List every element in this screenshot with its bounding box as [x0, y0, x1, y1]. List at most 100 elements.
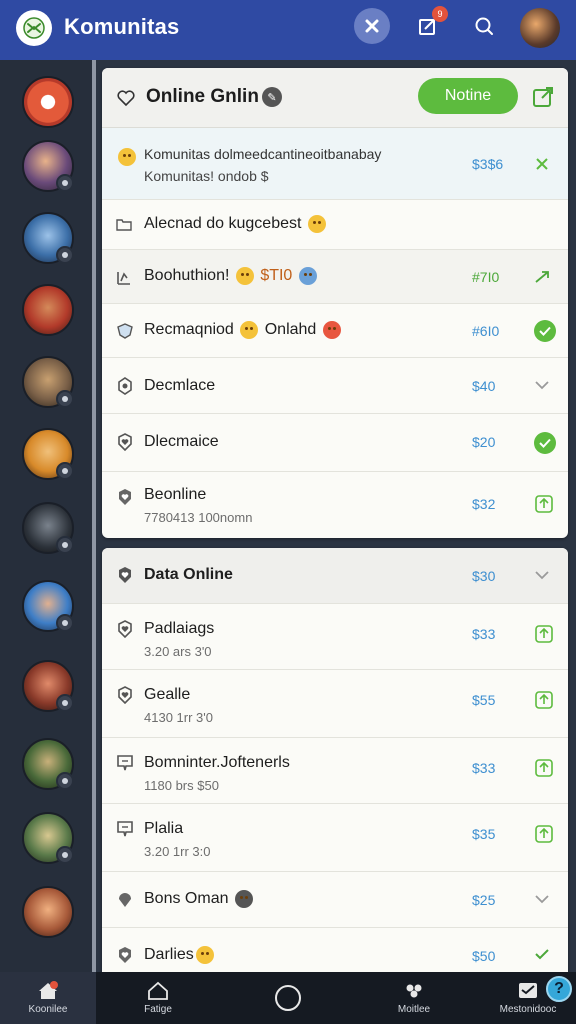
upload-icon[interactable]	[534, 494, 554, 514]
rail-avatar[interactable]	[22, 660, 74, 712]
item-label: Plalia	[144, 820, 184, 837]
home-icon	[39, 981, 58, 999]
notification-badge: 9	[432, 6, 448, 22]
section-price: $30	[472, 568, 496, 584]
rail-status-badge	[56, 536, 74, 554]
item-sub: 3.20 ars 3'0	[144, 644, 212, 659]
section-header[interactable]: Data Online $30	[102, 548, 568, 604]
rail-avatar[interactable]	[22, 356, 74, 408]
list-item[interactable]: Dlecmaice $20	[102, 414, 568, 472]
nav-label: Koonilee	[28, 1004, 68, 1015]
server-rail	[0, 60, 96, 972]
list-item[interactable]: Plalia 3.20 1rr 3:0 $35	[102, 804, 568, 872]
upload-icon[interactable]	[534, 690, 554, 710]
rail-scrollbar[interactable]	[92, 60, 96, 972]
rail-avatar[interactable]	[22, 502, 74, 554]
search-button[interactable]	[466, 8, 502, 44]
item-price: $33	[472, 626, 496, 642]
rail-avatar[interactable]	[22, 738, 74, 790]
item-label: Gealle	[144, 686, 191, 703]
nav-label: Mestonidooc	[499, 1004, 557, 1015]
upload-icon[interactable]	[534, 824, 554, 844]
shield-icon	[119, 567, 131, 583]
rail-avatar[interactable]	[22, 580, 74, 632]
online-panel: Online Gnlin ✎ Notine Komunitas dolmeedc…	[102, 68, 568, 538]
rail-avatar[interactable]	[22, 886, 74, 938]
panel-header: Online Gnlin ✎ Notine	[102, 68, 568, 128]
compose-button[interactable]: 9	[410, 6, 448, 44]
help-button[interactable]: ?	[546, 976, 572, 1002]
arrows-icon[interactable]	[534, 270, 550, 284]
list-item[interactable]: Bons Oman $25	[102, 872, 568, 928]
item-label: Decmlace	[144, 377, 216, 394]
panel-title: Online Gnlin	[146, 86, 259, 107]
user-avatar[interactable]	[520, 8, 560, 48]
list-item[interactable]: Beonline 7780413 100nomn $32	[102, 472, 568, 538]
rail-status-badge	[56, 846, 74, 864]
item-price: $20	[472, 434, 496, 450]
nav-feed[interactable]: Fatige	[110, 972, 206, 1024]
house-outline-icon	[148, 981, 168, 1000]
message-icon	[117, 755, 133, 771]
list-item[interactable]: Gealle 4130 1rr 3'0 $55	[102, 670, 568, 738]
chevron-down-icon[interactable]	[534, 380, 550, 390]
item-sub: 4130 1rr 3'0	[144, 710, 213, 725]
app-logo[interactable]	[16, 10, 52, 46]
list-item[interactable]: Darlies $50	[102, 928, 568, 972]
rail-status-badge	[56, 246, 74, 264]
nav-home[interactable]: Koonilee	[0, 972, 96, 1024]
heart-shield-icon	[118, 433, 132, 451]
dismiss-icon[interactable]	[534, 156, 550, 172]
check-icon[interactable]	[534, 948, 550, 960]
bottom-nav: Koonilee Fatige Moitlee Mestonidooc	[0, 972, 576, 1024]
app-title: Komunitas	[64, 14, 180, 39]
item-label: Alecnad do kugcebest	[144, 215, 328, 233]
item-label: Bomninter.Joftenerls	[144, 754, 290, 771]
list-item[interactable]: Bomninter.Joftenerls 1180 brs $50 $33	[102, 738, 568, 804]
confirmed-check-icon[interactable]	[534, 320, 556, 342]
list-item[interactable]: Komunitas dolmeedcantineoitbanabay Komun…	[102, 128, 568, 200]
list-item[interactable]: Alecnad do kugcebest	[102, 200, 568, 250]
nav-groups[interactable]: Moitlee	[366, 972, 462, 1024]
rail-avatar[interactable]	[22, 812, 74, 864]
upload-icon[interactable]	[534, 624, 554, 644]
folder-icon	[116, 219, 132, 231]
rail-avatar[interactable]	[22, 212, 74, 264]
item-label: Dlecmaice	[144, 433, 219, 450]
list-item[interactable]: Decmlace $40	[102, 358, 568, 414]
rail-status-badge	[56, 694, 74, 712]
rail-status-badge	[56, 462, 74, 480]
confirmed-check-icon[interactable]	[534, 432, 556, 454]
heart-icon	[119, 489, 131, 505]
chevron-down-icon[interactable]	[534, 570, 550, 580]
rail-avatar[interactable]	[22, 428, 74, 480]
list-item[interactable]: Boohuthion! $TI0 #7I0	[102, 250, 568, 304]
list-item[interactable]: Padlaiags 3.20 ars 3'0 $33	[102, 604, 568, 670]
item-price: $50	[472, 948, 496, 964]
chevron-down-icon[interactable]	[534, 894, 550, 904]
edit-icon[interactable]: ✎	[262, 87, 282, 107]
close-button[interactable]	[354, 8, 390, 44]
heart-icon	[117, 90, 135, 107]
item-label: Boohuthion! $TI0	[144, 267, 319, 285]
shield-icon	[117, 323, 133, 339]
rail-status-badge	[56, 614, 74, 632]
share-icon[interactable]	[530, 84, 556, 110]
nav-center[interactable]	[240, 972, 336, 1024]
item-price: $55	[472, 692, 496, 708]
item-price: $32	[472, 496, 496, 512]
rail-status-badge	[56, 390, 74, 408]
rail-avatar-home[interactable]	[22, 76, 74, 128]
emoji-icon	[116, 148, 138, 166]
rail-status-badge	[56, 772, 74, 790]
section-title: Data Online	[144, 566, 233, 583]
item-price: $25	[472, 892, 496, 908]
rail-avatar[interactable]	[22, 284, 74, 336]
circle-icon	[275, 985, 301, 1011]
upload-icon[interactable]	[534, 758, 554, 778]
notine-button[interactable]: Notine	[418, 78, 518, 114]
item-sub: 7780413 100nomn	[144, 510, 253, 525]
list-item[interactable]: Recmaqniod Onlahd #6I0	[102, 304, 568, 358]
heart-shield-icon	[118, 686, 132, 704]
rail-avatar[interactable]	[22, 140, 74, 192]
